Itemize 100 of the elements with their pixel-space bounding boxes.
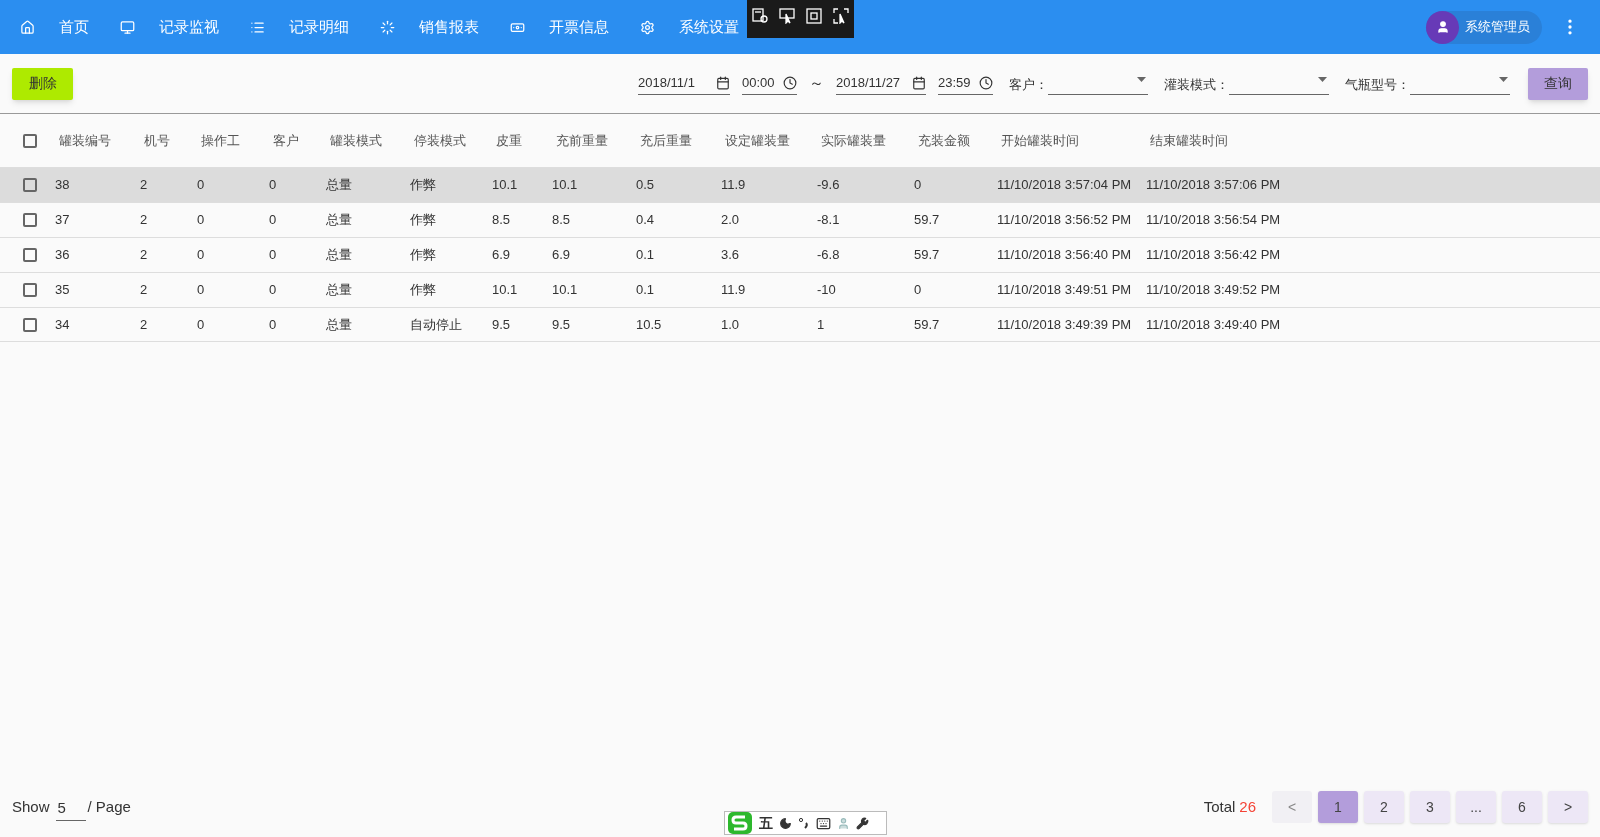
- fullscreen-icon[interactable]: [805, 8, 822, 24]
- monitor-icon[interactable]: [120, 19, 135, 35]
- table-cell: 作弊: [410, 282, 436, 298]
- table-cell: 0.5: [636, 177, 655, 193]
- punctuation-icon[interactable]: [798, 817, 810, 829]
- checkbox[interactable]: [22, 178, 37, 192]
- table-cell: 9.5: [492, 316, 511, 332]
- list-icon[interactable]: [250, 19, 265, 35]
- column-header[interactable]: 操作工: [201, 132, 240, 148]
- filter-label: 气瓶型号：: [1345, 76, 1410, 95]
- table-cell: 9.5: [552, 316, 571, 332]
- calendar-icon[interactable]: [716, 76, 730, 90]
- wrench-icon[interactable]: [856, 816, 869, 830]
- table-row[interactable]: 38 2 0 0 总量 作弊 10.1 10.1 0.5 11.9 -9.6 0 11/10/2018 3:57:04 PM 11/10/2018 3:57:06 PM: [0, 167, 1600, 202]
- column-header[interactable]: 结束罐装时间: [1150, 132, 1228, 148]
- ime-logo-icon[interactable]: [727, 811, 753, 835]
- table-cell: 0: [269, 316, 277, 332]
- page-button[interactable]: 1: [1318, 791, 1358, 823]
- table-cell: 10.1: [492, 282, 518, 298]
- start-date-field[interactable]: 2018/11/1: [638, 73, 730, 95]
- clock-icon[interactable]: [979, 76, 993, 90]
- end-time-field[interactable]: 23:59: [938, 73, 993, 95]
- page-button[interactable]: 6: [1502, 791, 1542, 823]
- table-cell: 11/10/2018 3:49:40 PM: [1146, 316, 1281, 332]
- table-cell: 11/10/2018 3:57:04 PM: [997, 177, 1132, 193]
- table-cell: 3.6: [721, 247, 740, 263]
- start-time-field[interactable]: 00:00: [742, 73, 797, 95]
- page-button[interactable]: >: [1548, 791, 1588, 823]
- table-cell: 36: [55, 247, 70, 263]
- user-chip[interactable]: 系统管理员: [1426, 10, 1542, 44]
- caret-icon: [1137, 76, 1146, 82]
- column-header[interactable]: 机号: [144, 132, 170, 148]
- column-header[interactable]: 罐装编号: [59, 132, 111, 148]
- table-cell: 11/10/2018 3:49:51 PM: [997, 282, 1132, 298]
- page-button[interactable]: 2: [1364, 791, 1404, 823]
- table-cell: 2: [140, 282, 148, 298]
- table-cell: 35: [55, 282, 70, 298]
- table-cell: 11/10/2018 3:49:39 PM: [997, 316, 1132, 332]
- checkbox[interactable]: [22, 248, 37, 262]
- query-button[interactable]: 查询: [1528, 67, 1588, 100]
- filter-select[interactable]: [1229, 76, 1329, 95]
- table-cell: 作弊: [410, 212, 436, 228]
- capture-window-icon[interactable]: [752, 8, 769, 24]
- clock-icon[interactable]: [783, 76, 797, 90]
- column-header[interactable]: 停装模式: [414, 132, 466, 148]
- pointer-icon[interactable]: [779, 8, 796, 24]
- column-header[interactable]: 客户: [273, 132, 299, 148]
- checkbox[interactable]: [22, 317, 37, 332]
- column-header[interactable]: 充后重量: [640, 132, 692, 148]
- table-cell: 0: [197, 247, 205, 263]
- table-cell: 作弊: [410, 177, 436, 193]
- total-count: 26: [1239, 796, 1256, 817]
- table-cell: 59.7: [914, 247, 940, 263]
- table-cell: -8.1: [817, 212, 840, 228]
- table-row[interactable]: 35 2 0 0 总量 作弊 10.1 10.1 0.1 11.9 -10 0 11/10/2018 3:49:51 PM 11/10/2018 3:49:52 PM: [0, 272, 1600, 307]
- checkbox[interactable]: [22, 283, 37, 297]
- region-capture-icon[interactable]: [832, 8, 849, 24]
- table-cell: 总量: [326, 282, 352, 298]
- filter-select[interactable]: [1048, 76, 1148, 95]
- column-header[interactable]: 皮重: [496, 132, 522, 148]
- table-cell: 0: [269, 212, 277, 228]
- filter-select[interactable]: [1410, 76, 1510, 95]
- show-label: Show: [12, 796, 50, 817]
- table-cell: 11.9: [721, 177, 746, 193]
- table-row[interactable]: 36 2 0 0 总量 作弊 6.9 6.9 0.1 3.6 -6.8 59.7 11/10/2018 3:56:40 PM 11/10/2018 3:56:42 PM: [0, 237, 1600, 272]
- home-icon[interactable]: [20, 19, 35, 35]
- column-header[interactable]: 罐装模式: [330, 132, 382, 148]
- delete-button[interactable]: 删除: [12, 67, 73, 100]
- page-button[interactable]: ...: [1456, 791, 1496, 823]
- page-label: / Page: [87, 796, 131, 817]
- input-mode-indicator[interactable]: 五: [759, 812, 773, 834]
- spinner-icon[interactable]: [380, 19, 395, 35]
- table-cell: 1: [817, 316, 825, 332]
- checkbox[interactable]: [22, 213, 37, 227]
- table-row[interactable]: 37 2 0 0 总量 作弊 8.5 8.5 0.4 2.0 -8.1 59.7 11/10/2018 3:56:52 PM 11/10/2018 3:56:54 PM: [0, 202, 1600, 237]
- table-cell: 0: [269, 247, 277, 263]
- moon-icon[interactable]: [779, 816, 792, 830]
- column-header[interactable]: 设定罐装量: [725, 132, 790, 148]
- table-cell: 6.9: [492, 247, 511, 263]
- column-header[interactable]: 充装金额: [918, 132, 970, 148]
- table-cell: 11/10/2018 3:56:42 PM: [1146, 247, 1281, 263]
- calendar-icon[interactable]: [912, 76, 926, 90]
- table-cell: 11/10/2018 3:56:40 PM: [997, 247, 1132, 263]
- column-header[interactable]: 充前重量: [556, 132, 608, 148]
- table-cell: 0.1: [636, 247, 655, 263]
- table-cell: 2.0: [721, 212, 740, 228]
- table-cell: 10.1: [492, 177, 518, 193]
- keyboard-icon[interactable]: [816, 815, 831, 831]
- table-cell: 0: [197, 316, 205, 332]
- column-header[interactable]: 开始罐装时间: [1001, 132, 1079, 148]
- table-row[interactable]: 34 2 0 0 总量 自动停止 9.5 9.5 10.5 1.0 1 59.7 11/10/2018 3:49:39 PM 11/10/2018 3:49:40 PM: [0, 307, 1600, 342]
- checkbox[interactable]: [22, 133, 37, 148]
- settings-icon[interactable]: [640, 19, 655, 35]
- table-cell: 0: [197, 282, 205, 298]
- table-cell: 0: [914, 282, 922, 298]
- page-size-field[interactable]: 5: [55, 793, 86, 821]
- end-date-field[interactable]: 2018/11/27: [836, 73, 926, 95]
- table-cell: 10.5: [636, 316, 662, 332]
- column-header[interactable]: 实际罐装量: [821, 132, 886, 148]
- page-button[interactable]: 3: [1410, 791, 1450, 823]
